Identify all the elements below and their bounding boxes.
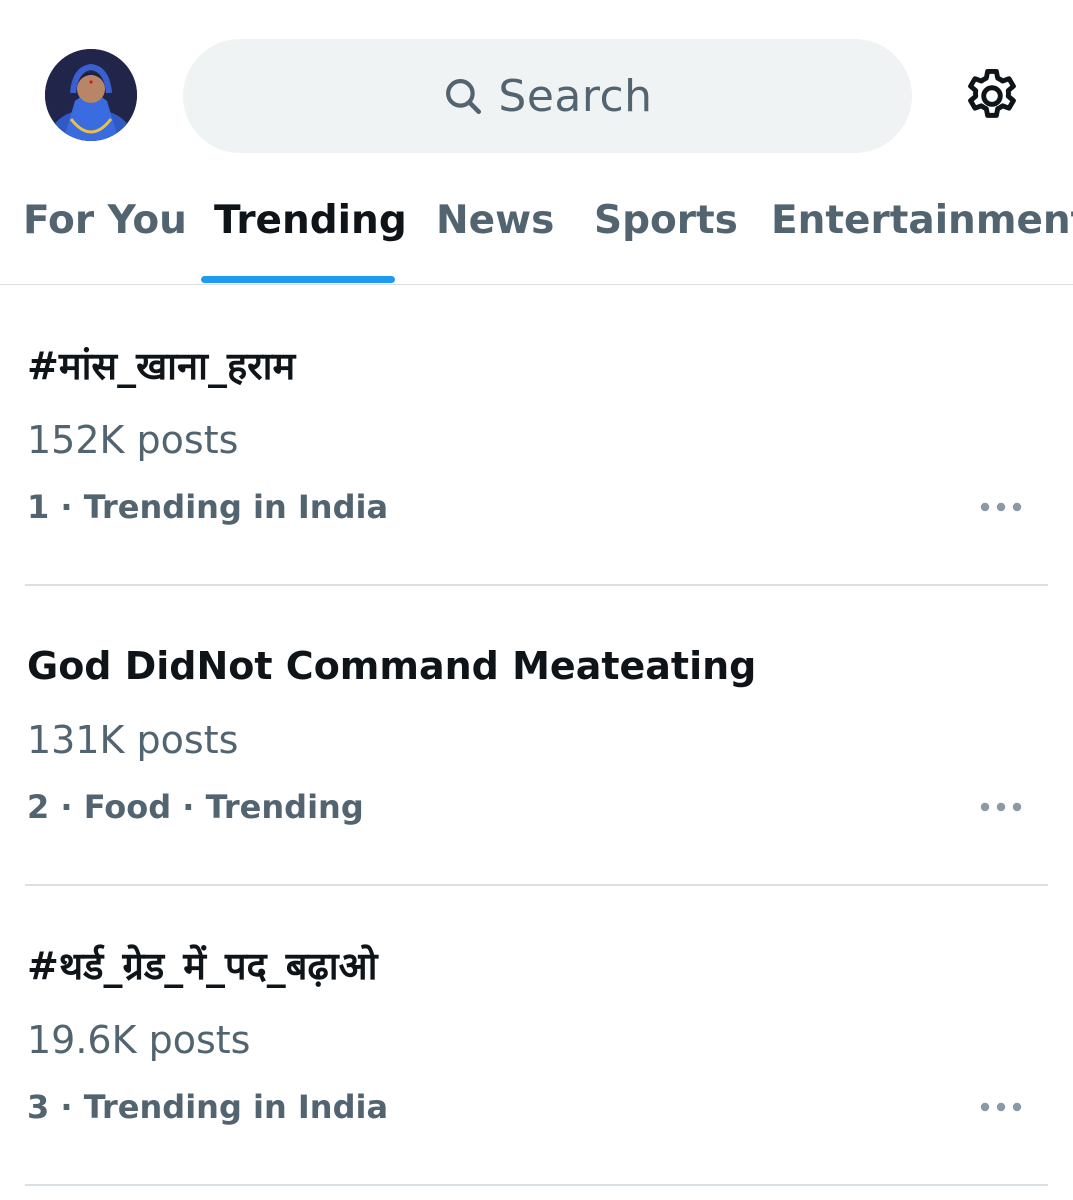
trend-more-button[interactable] [972,786,1030,828]
search-icon [442,75,484,117]
more-icon [979,501,1023,513]
more-icon [979,1101,1023,1113]
tab-for-you[interactable]: For You [23,196,187,246]
tab-entertainment[interactable]: Entertainment [771,196,1073,246]
divider [25,1184,1048,1186]
settings-button[interactable] [958,62,1026,130]
top-header: Search [0,0,1073,190]
trend-post-count: 131K posts [27,718,239,762]
tab-trending[interactable]: Trending [214,196,407,246]
trend-context: 2 · Food · Trending [27,788,364,826]
trend-more-button[interactable] [972,1086,1030,1128]
tab-sports[interactable]: Sports [594,196,738,246]
avatar[interactable] [45,49,137,141]
trend-item[interactable]: #थर्ड_ग्रेड_में_पद_बढ़ाओ 19.6K posts 3 ·… [0,886,1073,1186]
trend-post-count: 19.6K posts [27,1018,251,1062]
trend-context: 3 · Trending in India [27,1088,389,1126]
trend-name: God DidNot Command Meateating [27,644,757,688]
tab-news[interactable]: News [436,196,554,246]
trend-name: #मांस_खाना_हराम [27,344,296,388]
trend-more-button[interactable] [972,486,1030,528]
active-tab-indicator [201,276,395,283]
trend-context: 1 · Trending in India [27,488,389,526]
search-placeholder: Search [498,70,653,122]
more-icon [979,801,1023,813]
search-input[interactable]: Search [183,39,912,153]
gear-icon [961,65,1023,127]
explore-tabs: For You Trending News Sports Entertainme… [0,190,1073,285]
trend-item[interactable]: #मांस_खाना_हराम 152K posts 1 · Trending … [0,286,1073,586]
trend-name: #थर्ड_ग्रेड_में_पद_बढ़ाओ [27,944,378,988]
trend-post-count: 152K posts [27,418,239,462]
avatar-image [45,49,137,141]
trend-item[interactable]: God DidNot Command Meateating 131K posts… [0,586,1073,886]
